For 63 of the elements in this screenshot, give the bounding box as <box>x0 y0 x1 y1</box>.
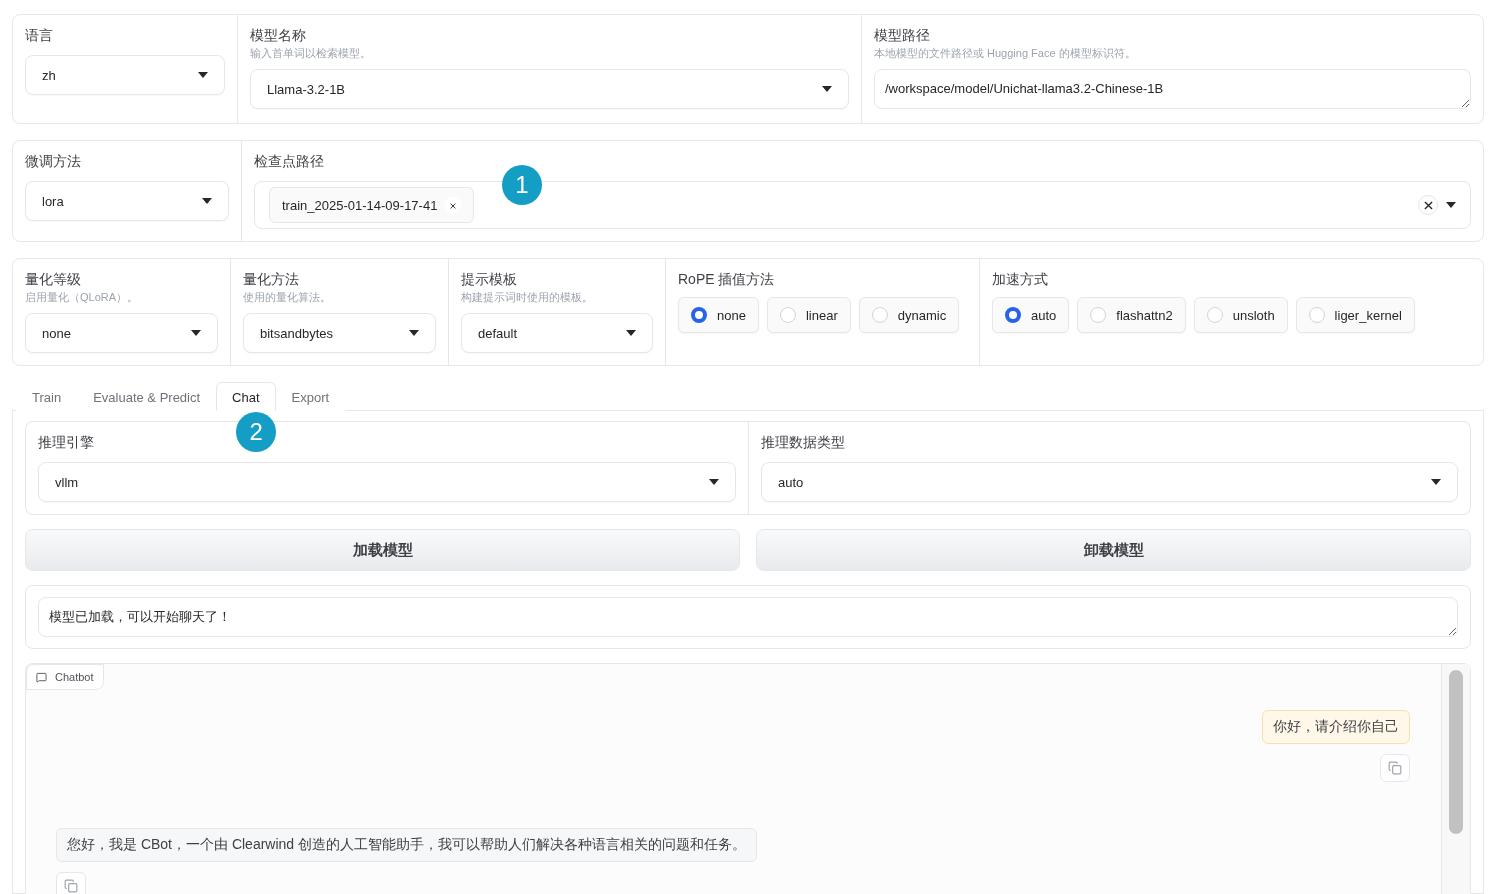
status-field[interactable]: 模型已加载，可以开始聊天了！ <box>38 597 1458 637</box>
caret-icon <box>626 330 636 336</box>
caret-icon <box>709 479 719 485</box>
field-label: 量化等级 <box>25 270 82 289</box>
field-label: 微调方法 <box>25 152 82 171</box>
field-hint: 启用量化（QLoRA）。 <box>25 290 140 305</box>
field-label: 模型路径 <box>874 26 931 45</box>
dropdown[interactable]: zh <box>25 55 225 95</box>
chat-icon <box>36 671 47 683</box>
number-badge: 1 <box>502 165 542 205</box>
caret-icon <box>409 330 419 336</box>
scrollbar-thumb[interactable] <box>1449 670 1463 834</box>
tab[interactable]: Chat <box>216 382 276 411</box>
text-field[interactable]: /workspace/model/Unichat-llama3.2-Chinese-1B <box>874 69 1471 109</box>
caret-icon <box>1446 202 1456 208</box>
field-hint: 本地模型的文件路径或 Hugging Face 的模型标识符。 <box>874 46 1137 61</box>
field-label: 加速方式 <box>992 270 1049 289</box>
radio-option[interactable]: dynamic <box>858 297 960 333</box>
field-label: 量化方法 <box>243 270 300 289</box>
field-label: 模型名称 <box>250 26 307 45</box>
caret-icon <box>191 330 201 336</box>
radio-option[interactable]: unsloth <box>1193 297 1288 333</box>
caret-icon <box>822 86 832 92</box>
user-message: 你好，请介绍你自己 <box>1262 710 1410 744</box>
close-icon <box>1423 200 1433 210</box>
dropdown[interactable]: auto <box>761 462 1458 502</box>
scrollbar[interactable] <box>1441 664 1470 894</box>
model-button[interactable]: 加载模型 <box>25 529 740 571</box>
dropdown[interactable]: vllm <box>38 462 736 502</box>
radio-option[interactable]: liger_kernel <box>1295 297 1415 333</box>
field-label: 推理引擎 <box>38 433 95 452</box>
field-hint: 使用的量化算法。 <box>243 290 332 305</box>
tag-label: train_2025-01-14-09-17-41 <box>282 197 438 213</box>
field-label: 提示模板 <box>461 270 518 289</box>
field-hint: 输入首单词以检索模型。 <box>250 46 372 61</box>
close-icon <box>450 202 457 209</box>
caret-icon <box>202 198 212 204</box>
radio-option[interactable]: none <box>678 297 759 333</box>
number-badge: 2 <box>236 412 277 452</box>
dropdown[interactable]: default <box>461 313 653 353</box>
dropdown[interactable]: lora <box>25 181 229 221</box>
field-label: 推理数据类型 <box>761 433 846 452</box>
copy-button[interactable] <box>1380 754 1410 782</box>
dropdown[interactable]: Llama-3.2-1B <box>250 69 849 109</box>
caret-icon <box>1431 479 1441 485</box>
chatbot-label: Chatbot <box>55 671 94 683</box>
radio-option[interactable]: linear <box>766 297 851 333</box>
caret-icon <box>198 72 208 78</box>
bot-message: 您好，我是 CBot，一个由 Clearwind 创造的人工智能助手，我可以帮助人们解决各种语言相关的问题和任务。 <box>56 828 758 862</box>
radio-option[interactable]: flashattn2 <box>1077 297 1186 333</box>
field-label: RoPE 插值方法 <box>678 270 776 289</box>
dropdown[interactable]: bitsandbytes <box>243 313 436 353</box>
model-button[interactable]: 卸载模型 <box>756 529 1471 571</box>
field-label: 语言 <box>25 26 54 45</box>
field-hint: 构建提示词时使用的模板。 <box>461 290 594 305</box>
copy-icon <box>64 879 78 893</box>
copy-button[interactable] <box>56 872 86 894</box>
clear-button[interactable] <box>1418 195 1438 215</box>
dropdown[interactable]: none <box>25 313 218 353</box>
remove-button[interactable] <box>445 197 462 213</box>
field-label: 检查点路径 <box>254 152 325 171</box>
copy-icon <box>1388 761 1402 775</box>
radio-option[interactable]: auto <box>992 297 1070 333</box>
